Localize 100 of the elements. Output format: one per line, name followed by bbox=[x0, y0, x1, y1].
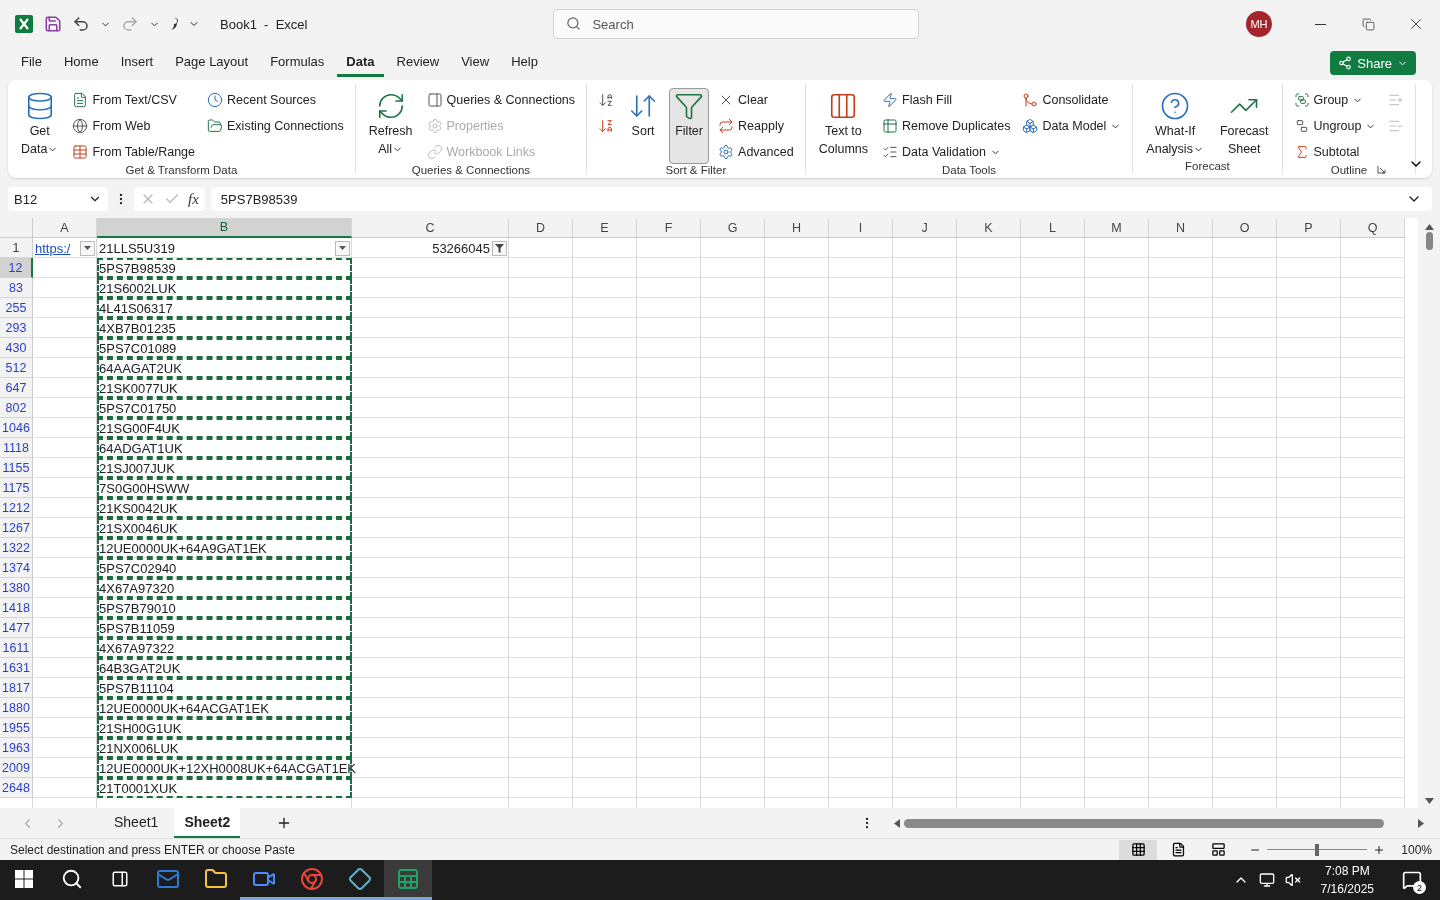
row-header[interactable]: 1631 bbox=[0, 658, 33, 678]
ribbon-button[interactable]: Ungroup bbox=[1290, 114, 1380, 138]
row-header[interactable]: 430 bbox=[0, 338, 33, 358]
row-header[interactable]: 83 bbox=[0, 278, 33, 298]
ribbon-button[interactable]: Refresh All bbox=[363, 88, 418, 164]
row-header[interactable]: 1155 bbox=[0, 458, 33, 478]
row-header[interactable]: 647 bbox=[0, 378, 33, 398]
row-header[interactable]: 1880 bbox=[0, 698, 33, 718]
row-header[interactable]: 255 bbox=[0, 298, 33, 318]
network-icon[interactable] bbox=[1258, 872, 1275, 888]
row-header[interactable]: 1212 bbox=[0, 498, 33, 518]
column-header[interactable]: K bbox=[957, 218, 1021, 238]
undo-icon[interactable] bbox=[72, 15, 90, 33]
menu-tab[interactable]: Insert bbox=[111, 49, 163, 77]
view-button[interactable] bbox=[1119, 839, 1158, 860]
insert-function-button[interactable]: fx bbox=[188, 190, 199, 208]
menu-tab[interactable]: Page Layout bbox=[166, 49, 258, 77]
row-header[interactable]: 1955 bbox=[0, 718, 33, 738]
menu-tab[interactable]: Review bbox=[387, 49, 449, 77]
column-header[interactable]: P bbox=[1277, 218, 1341, 238]
ribbon-button[interactable]: Queries & Connections bbox=[423, 88, 579, 112]
ribbon-button[interactable]: Subtotal bbox=[1290, 140, 1380, 164]
row-header[interactable]: 293 bbox=[0, 318, 33, 338]
menu-tab[interactable]: View bbox=[452, 49, 499, 77]
formula-field[interactable]: 5PS7B98539 bbox=[210, 187, 1432, 211]
ribbon-button[interactable]: Data Validation bbox=[879, 140, 1014, 164]
ribbon-button[interactable]: Remove Duplicates bbox=[879, 114, 1014, 138]
search-field[interactable]: Search bbox=[553, 9, 920, 39]
column-header[interactable]: O bbox=[1213, 218, 1277, 238]
scrollbar-thumb[interactable] bbox=[904, 818, 1384, 828]
menu-tab[interactable]: Data bbox=[337, 49, 384, 77]
column-header[interactable]: M bbox=[1085, 218, 1149, 238]
zoom-slider-thumb[interactable] bbox=[1315, 843, 1320, 856]
ribbon-button[interactable]: Existing Connections bbox=[204, 114, 347, 138]
column-header[interactable]: E bbox=[573, 218, 637, 238]
row-header[interactable]: 1118 bbox=[0, 438, 33, 458]
ribbon-button[interactable]: From Web bbox=[69, 114, 198, 138]
clock[interactable]: 7:08 PM 7/16/2025 bbox=[1310, 862, 1384, 898]
ribbon-button[interactable]: Group bbox=[1290, 88, 1380, 112]
column-header[interactable]: J bbox=[893, 218, 957, 238]
muted-speaker-icon[interactable] bbox=[1284, 872, 1301, 888]
row-header[interactable]: 1963 bbox=[0, 738, 33, 758]
row-header[interactable]: 1 bbox=[0, 238, 33, 258]
ribbon-button[interactable]: Advanced bbox=[715, 140, 797, 164]
scrollbar-thumb[interactable] bbox=[1425, 232, 1433, 250]
row-header[interactable]: 1817 bbox=[0, 678, 33, 698]
ribbon-button[interactable]: Get Data bbox=[16, 88, 64, 164]
row-header[interactable]: 2009 bbox=[0, 758, 33, 778]
ribbon-button[interactable]: Clear bbox=[715, 88, 797, 112]
ribbon-button[interactable]: Recent Sources bbox=[204, 88, 347, 112]
column-header[interactable]: N bbox=[1149, 218, 1213, 238]
scroll-left-icon[interactable] bbox=[894, 818, 900, 828]
dialog-launcher-icon[interactable] bbox=[1377, 165, 1386, 174]
scroll-down-icon[interactable] bbox=[1424, 798, 1434, 804]
scroll-up-icon[interactable] bbox=[1424, 224, 1434, 230]
row-header[interactable]: 802 bbox=[0, 398, 33, 418]
row-header[interactable]: 512 bbox=[0, 358, 33, 378]
menu-tab[interactable]: Help bbox=[502, 49, 547, 77]
avatar[interactable]: MH bbox=[1246, 11, 1272, 37]
taskbar-app[interactable] bbox=[384, 860, 432, 900]
save-icon[interactable] bbox=[44, 15, 62, 33]
row-header[interactable]: 1477 bbox=[0, 618, 33, 638]
ribbon-button[interactable]: Flash Fill bbox=[879, 88, 1014, 112]
ribbon-button[interactable]: Data Model bbox=[1019, 114, 1125, 138]
ribbon-button[interactable]: Sort bbox=[623, 88, 664, 164]
filter-dropdown-button[interactable] bbox=[335, 240, 350, 256]
row-header[interactable]: 1380 bbox=[0, 578, 33, 598]
ribbon-button[interactable]: What-If Analysis bbox=[1141, 88, 1209, 160]
row-header[interactable]: 1322 bbox=[0, 538, 33, 558]
row-header[interactable]: 1374 bbox=[0, 558, 33, 578]
ribbon-button[interactable]: Filter bbox=[669, 88, 710, 164]
sheet-tab[interactable]: Sheet1 bbox=[104, 808, 169, 838]
column-header[interactable]: H bbox=[765, 218, 829, 238]
comma-icon[interactable] bbox=[170, 17, 178, 31]
ribbon-button[interactable]: Forecast Sheet bbox=[1214, 88, 1274, 160]
menu-tab[interactable]: Formulas bbox=[261, 49, 334, 77]
name-box[interactable]: B12 bbox=[8, 187, 108, 211]
ribbon-button[interactable]: Reapply bbox=[715, 114, 797, 138]
menu-tab[interactable]: Home bbox=[54, 49, 108, 77]
ribbon-button[interactable]: Text to Columns bbox=[813, 88, 873, 164]
column-header[interactable]: C bbox=[352, 218, 509, 238]
ribbon-button[interactable]: From Text/CSV bbox=[69, 88, 198, 112]
column-header[interactable]: I bbox=[829, 218, 893, 238]
filter-dropdown-button[interactable] bbox=[492, 240, 507, 256]
menu-tab[interactable]: File bbox=[12, 49, 51, 77]
ribbon-button[interactable]: Consolidate bbox=[1019, 88, 1125, 112]
column-header[interactable]: L bbox=[1021, 218, 1085, 238]
sheet-tab[interactable]: Sheet2 bbox=[174, 808, 241, 838]
row-header[interactable]: 2648 bbox=[0, 778, 33, 798]
column-header[interactable]: A bbox=[33, 218, 97, 238]
filter-dropdown-button[interactable] bbox=[80, 240, 95, 256]
row-header[interactable]: 1175 bbox=[0, 478, 33, 498]
column-header[interactable]: G bbox=[701, 218, 765, 238]
column-header[interactable]: Q bbox=[1341, 218, 1405, 238]
row-header[interactable]: 1267 bbox=[0, 518, 33, 538]
link[interactable]: https:/ bbox=[35, 240, 78, 256]
row-header[interactable]: 1418 bbox=[0, 598, 33, 618]
row-header[interactable]: 1611 bbox=[0, 638, 33, 658]
row-header[interactable]: 12 bbox=[0, 258, 33, 278]
zoom-level[interactable]: 100% bbox=[1401, 842, 1432, 857]
